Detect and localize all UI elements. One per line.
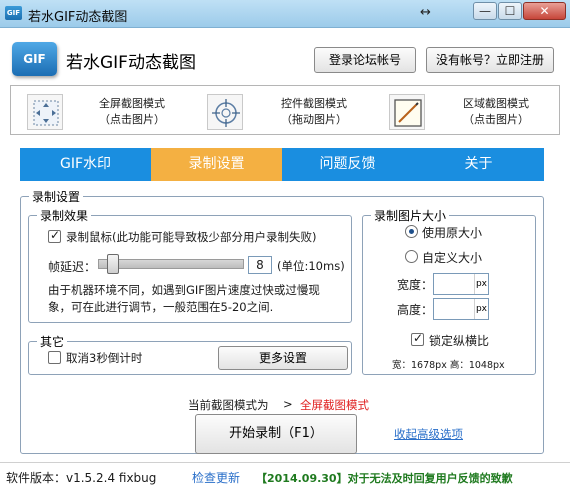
lock-ratio-checkbox[interactable] <box>411 331 424 346</box>
app-icon: GIF <box>5 6 22 20</box>
height-input[interactable]: px <box>433 298 489 320</box>
record-mouse-label: 录制鼠标(此功能可能导致极少部分用户录制失败) <box>66 230 317 244</box>
close-button[interactable]: ✕ <box>523 2 566 20</box>
tab-record-settings[interactable]: 录制设置 <box>151 148 282 181</box>
tab-bar: GIF水印 录制设置 问题反馈 关于 <box>20 148 544 181</box>
register-button[interactable]: 没有帐号？立即注册 <box>426 47 554 73</box>
height-unit: px <box>474 299 488 319</box>
region-mode-label: 区域截图模式 （点击图片） <box>463 97 529 126</box>
crosshair-icon[interactable] <box>207 94 243 130</box>
record-effect-title: 录制效果 <box>40 209 89 223</box>
window-title: 若水GIF动态截图 <box>28 10 128 25</box>
footer-divider <box>0 462 570 463</box>
other-title: 其它 <box>40 335 65 349</box>
tab-feedback[interactable]: 问题反馈 <box>282 148 413 181</box>
frame-delay-input[interactable]: 8 <box>248 256 272 274</box>
frame-delay-slider-thumb[interactable] <box>107 254 119 274</box>
capture-mode-panel: 全屏截图模式 （点击图片） 控件截图模式 （拖动图片） 区域截图模式 （点击图片… <box>10 85 560 135</box>
custom-size-label: 自定义大小 <box>422 251 483 265</box>
current-mode-value: 全屏截图模式 <box>300 398 369 412</box>
delay-note: 由于机器环境不同，如遇到GIF图片速度过快或过慢现 象，可在此进行调节，一般范围… <box>48 283 320 314</box>
region-icon[interactable] <box>389 94 425 130</box>
fullscreen-icon[interactable] <box>27 94 63 130</box>
record-size-title: 录制图片大小 <box>374 209 447 223</box>
custom-size-radio[interactable] <box>405 250 418 263</box>
collapse-advanced-link[interactable]: 收起高级选项 <box>394 426 463 442</box>
current-mode-label: 当前截图模式为 <box>188 398 269 412</box>
app-logo: GIF <box>12 42 57 76</box>
record-mouse-checkbox[interactable] <box>48 228 61 243</box>
frame-delay-slider[interactable] <box>98 259 244 269</box>
start-record-button[interactable]: 开始录制（F1） <box>195 414 357 454</box>
notice-link[interactable]: 【2014.09.30】对于无法及时回复用户反馈的致歉 <box>256 470 513 486</box>
original-size-label: 使用原大小 <box>422 226 483 240</box>
lock-ratio-label: 锁定纵横比 <box>429 334 490 348</box>
screen-dims: 宽：1678px 高：1048px <box>392 360 505 371</box>
cancel-countdown-label: 取消3秒倒计时 <box>66 351 143 365</box>
width-unit: px <box>474 274 488 294</box>
login-forum-button[interactable]: 登录论坛帐号 <box>314 47 416 73</box>
app-name: 若水GIF动态截图 <box>66 53 196 73</box>
fullscreen-mode-label: 全屏截图模式 （点击图片） <box>99 97 165 126</box>
frame-delay-unit: (单位:10ms) <box>277 259 345 273</box>
minimize-button[interactable]: — <box>473 2 497 20</box>
more-settings-button[interactable]: 更多设置 <box>218 346 348 370</box>
title-bar[interactable]: GIF 若水GIF动态截图 ↔ — ☐ ✕ <box>0 0 570 28</box>
original-size-radio[interactable] <box>405 225 418 238</box>
check-update-link[interactable]: 检查更新 <box>192 469 240 486</box>
record-settings-title: 录制设置 <box>32 190 81 204</box>
tab-gif-watermark[interactable]: GIF水印 <box>20 148 151 181</box>
version-text: 软件版本：v1.5.2.4 fixbug <box>6 471 157 485</box>
control-mode-label: 控件截图模式 （拖动图片） <box>281 97 347 126</box>
width-input[interactable]: px <box>433 273 489 295</box>
height-label: 高度： <box>397 303 434 317</box>
current-mode-arrow: > <box>283 397 293 411</box>
cancel-countdown-checkbox[interactable] <box>48 351 61 364</box>
frame-delay-label: 帧延迟： <box>48 260 97 274</box>
width-label: 宽度： <box>397 278 434 292</box>
tab-about[interactable]: 关于 <box>413 148 544 181</box>
maximize-button[interactable]: ☐ <box>498 2 522 20</box>
resize-icon[interactable]: ↔ <box>420 5 431 20</box>
